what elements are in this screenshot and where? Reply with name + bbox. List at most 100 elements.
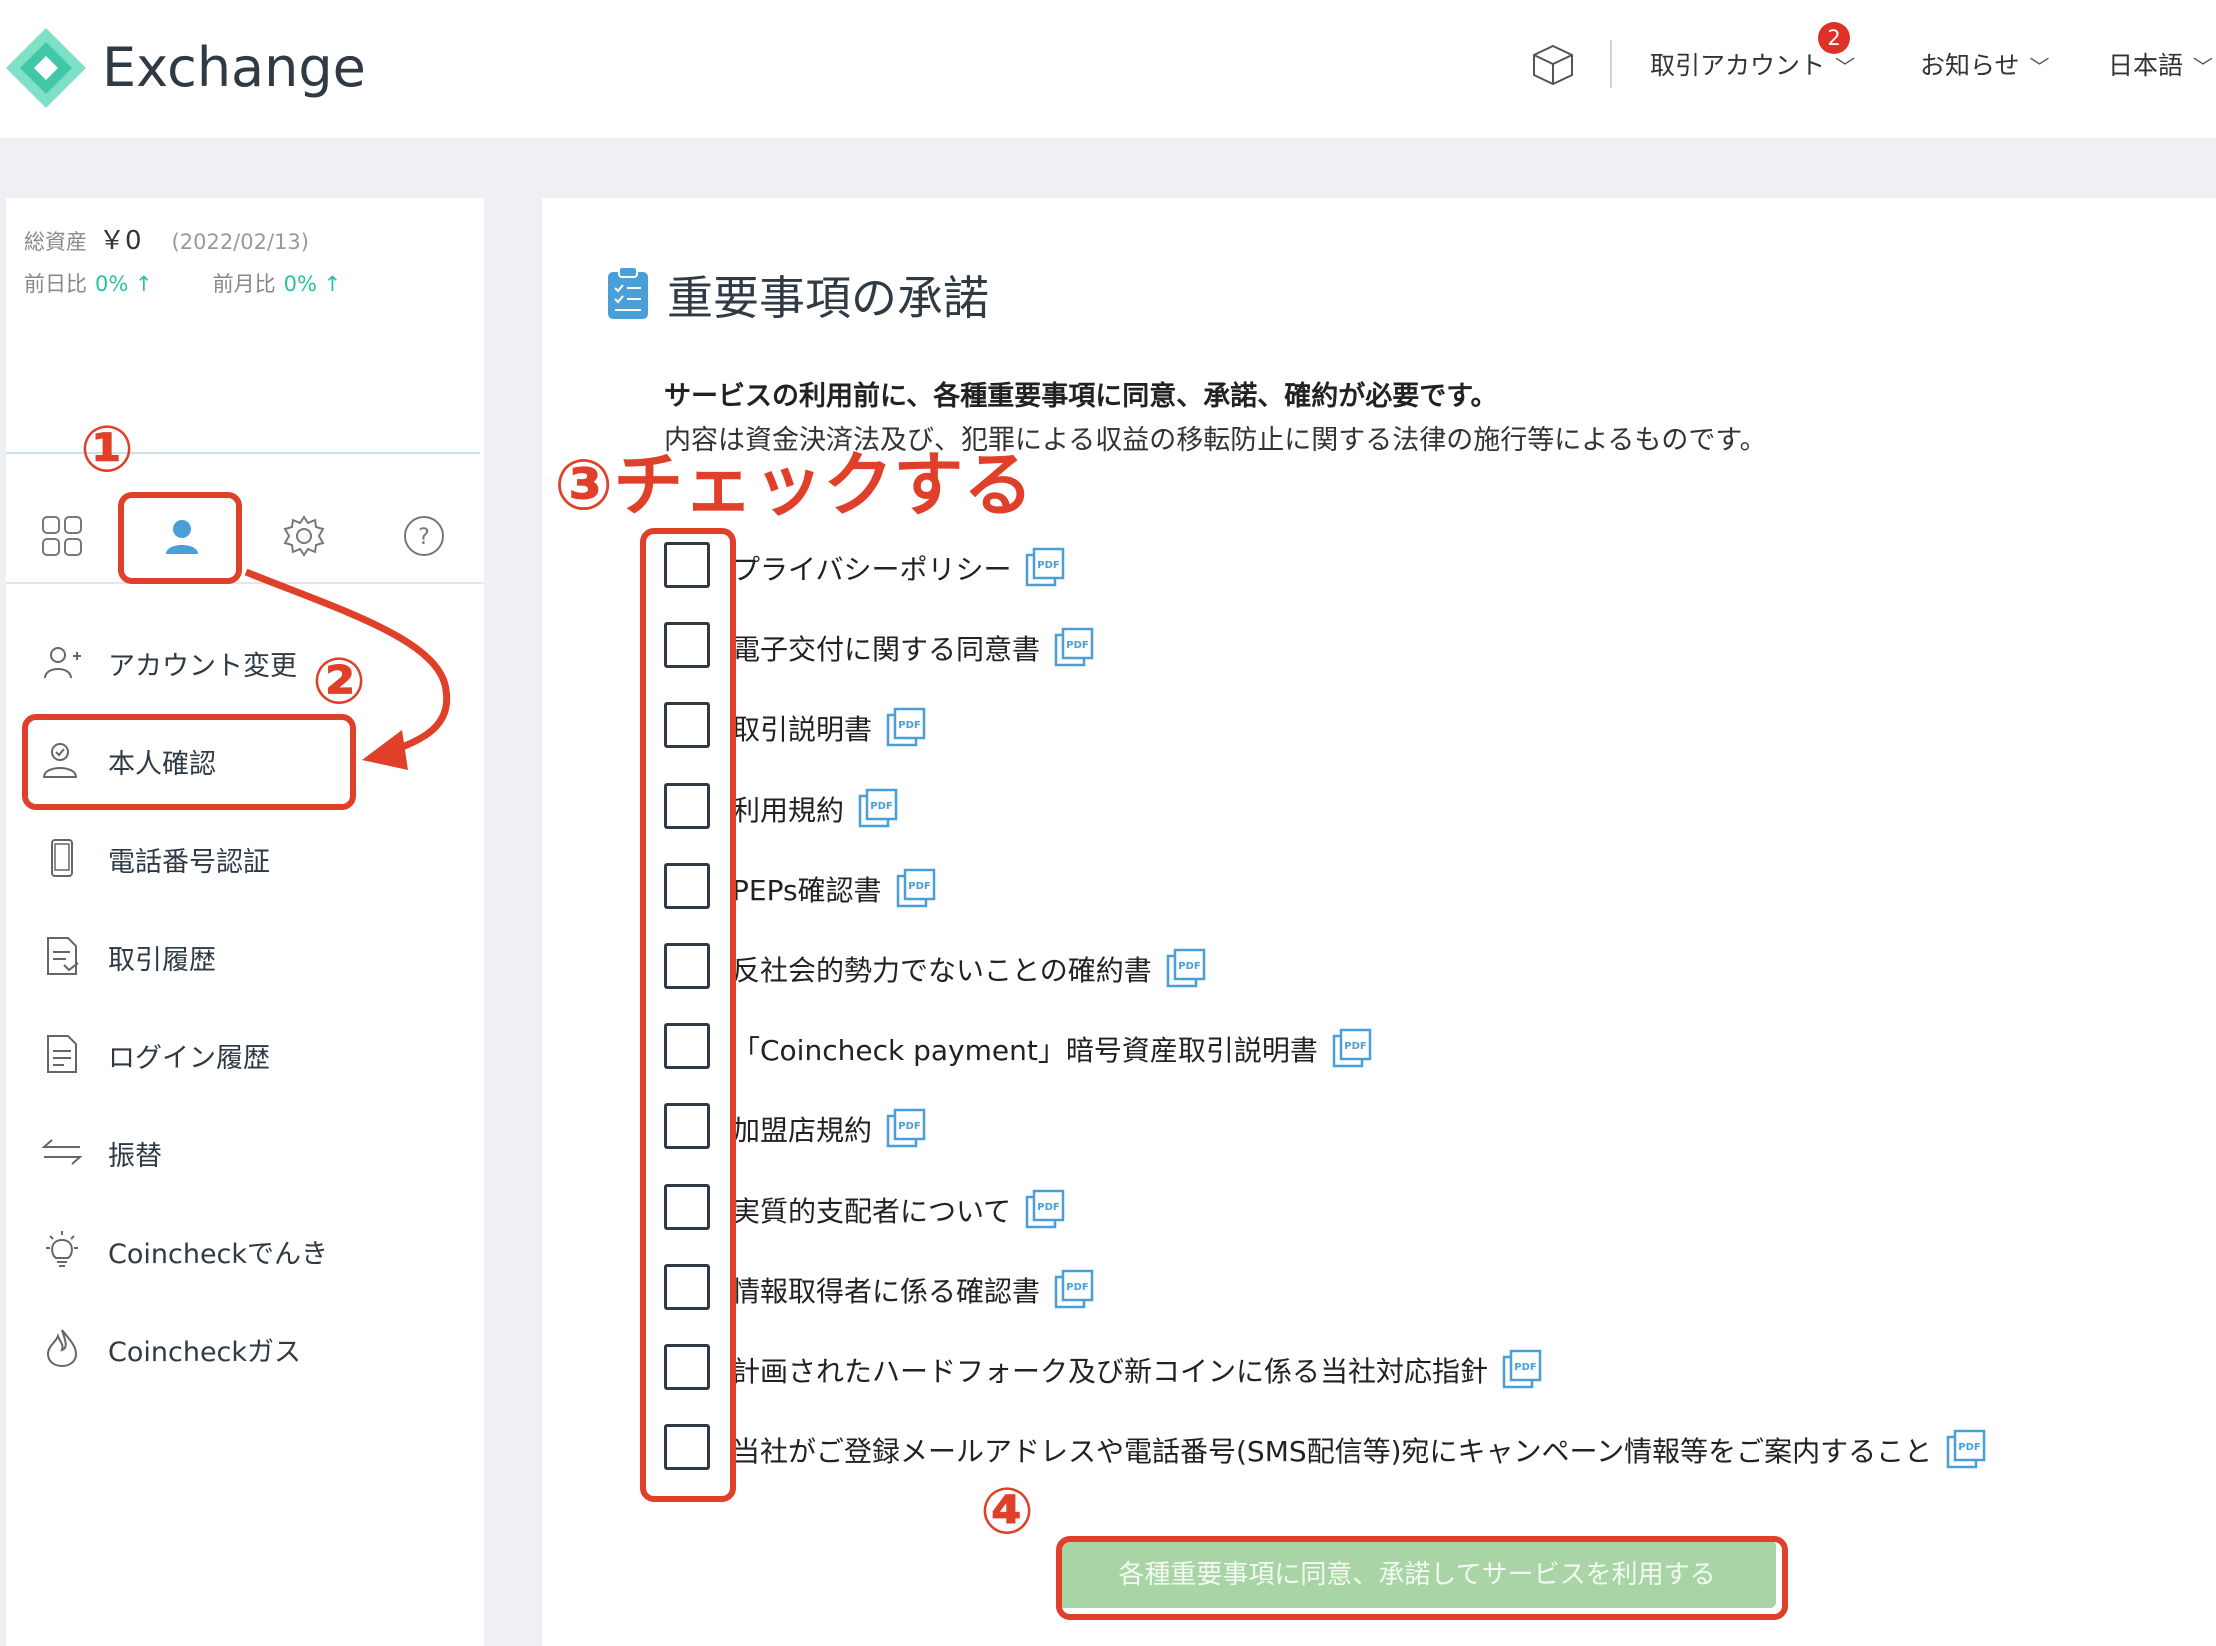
grid-icon[interactable] <box>40 514 84 558</box>
annotation-step-1: ① <box>80 413 135 487</box>
term-label-text[interactable]: 「Coincheck payment」暗号資産取引説明書 <box>732 1034 1318 1067</box>
total-assets: 総資産 ￥0 (2022/02/13) <box>24 220 309 257</box>
svg-text:PDF: PDF <box>1514 1362 1536 1373</box>
pdf-icon[interactable]: PDF <box>1502 1349 1542 1389</box>
svg-text:PDF: PDF <box>1038 560 1060 571</box>
month-change-label: 前月比 <box>212 272 276 296</box>
total-assets-date: (2022/02/13) <box>171 230 309 254</box>
document-icon <box>47 1035 77 1073</box>
top-header: Exchange 取引アカウント ﹀ 2 お知らせ ﹀ 日本語 ﹀ <box>0 0 2216 138</box>
month-change-value: 0% ↑ <box>283 272 342 296</box>
term-label-text[interactable]: 当社がご登録メールアドレスや電話番号(SMS配信等)宛にキャンペーン情報等をご案… <box>732 1435 1932 1468</box>
tab-divider <box>6 582 484 584</box>
total-assets-label: 総資産 <box>24 230 87 254</box>
lightbulb-icon <box>46 1231 78 1267</box>
nav-news[interactable]: お知らせ ﹀ <box>1920 46 2050 82</box>
nav-news-label: お知らせ <box>1920 51 2020 80</box>
annotation-box-submit <box>1056 1536 1788 1620</box>
nav-divider <box>1610 40 1612 88</box>
menu-item-label: Coincheckガス <box>108 1337 302 1368</box>
menu-item-transfer[interactable]: 振替 <box>42 1122 462 1182</box>
menu-item-label: ログイン履歴 <box>108 1043 270 1074</box>
term-label-text[interactable]: 情報取得者に係る確認書 <box>732 1275 1040 1308</box>
document-download-icon <box>47 937 79 975</box>
term-label: 計画されたハードフォーク及び新コインに係る当社対応指針 PDF <box>732 1349 1542 1393</box>
header-band <box>0 138 2216 198</box>
svg-text:PDF: PDF <box>908 881 930 892</box>
main-content: 重要事項の承諾 サービスの利用前に、各種重要事項に同意、承諾、確約が必要です。 … <box>542 198 2216 1646</box>
term-label: 「Coincheck payment」暗号資産取引説明書 PDF <box>732 1028 1372 1072</box>
term-label: 当社がご登録メールアドレスや電話番号(SMS配信等)宛にキャンペーン情報等をご案… <box>732 1429 1986 1473</box>
pdf-icon[interactable]: PDF <box>858 788 898 828</box>
menu-item-label: 振替 <box>108 1141 162 1172</box>
term-label-text[interactable]: 利用規約 <box>732 794 844 827</box>
term-label: 利用規約 PDF <box>732 788 898 832</box>
term-label-text[interactable]: 反社会的勢力でないことの確約書 <box>732 954 1152 987</box>
menu-item-coincheck-gas[interactable]: Coincheckガス <box>42 1318 462 1378</box>
flame-icon <box>46 1329 78 1368</box>
chevron-down-icon: ﹀ <box>2029 55 2050 79</box>
term-label: 実質的支配者について PDF <box>732 1189 1065 1233</box>
menu-item-trade-history[interactable]: 取引履歴 <box>42 926 462 986</box>
logo-icon[interactable] <box>0 22 92 114</box>
cube-icon[interactable] <box>1530 42 1576 88</box>
day-change-label: 前日比 <box>24 272 87 296</box>
nav-language-label: 日本語 <box>2108 51 2184 80</box>
transfer-icon <box>42 1139 82 1165</box>
pdf-icon[interactable]: PDF <box>1332 1028 1372 1068</box>
term-label-text[interactable]: PEPs確認書 <box>732 874 882 907</box>
pdf-icon[interactable]: PDF <box>1054 1269 1094 1309</box>
menu-item-coincheck-denki[interactable]: Coincheckでんき <box>42 1220 462 1280</box>
term-label: プライバシーポリシー PDF <box>732 547 1065 591</box>
term-label: 反社会的勢力でないことの確約書 PDF <box>732 948 1206 992</box>
page-title: 重要事項の承諾 <box>667 271 989 325</box>
term-label-text[interactable]: 実質的支配者について <box>732 1195 1011 1228</box>
pdf-icon[interactable]: PDF <box>1166 948 1206 988</box>
svg-text:?: ? <box>418 525 430 550</box>
svg-text:PDF: PDF <box>1066 1282 1088 1293</box>
middle-gutter <box>484 198 542 1646</box>
svg-text:PDF: PDF <box>1958 1442 1980 1453</box>
brand-name[interactable]: Exchange <box>102 36 366 99</box>
term-label: 電子交付に関する同意書 PDF <box>732 627 1094 671</box>
menu-item-account-change[interactable]: アカウント変更 <box>42 632 462 692</box>
annotation-box-checkboxes <box>640 528 736 1502</box>
pdf-icon[interactable]: PDF <box>1946 1429 1986 1469</box>
phone-icon <box>51 839 73 877</box>
sidebar: 総資産 ￥0 (2022/02/13) 前日比 0% ↑ 前月比 0% ↑ ? アカウント… <box>6 198 484 1646</box>
intro-heading: サービスの利用前に、各種重要事項に同意、承諾、確約が必要です。 <box>664 381 1498 412</box>
term-label: 情報取得者に係る確認書 PDF <box>732 1269 1094 1313</box>
total-assets-value: ￥0 <box>99 226 142 256</box>
help-icon[interactable]: ? <box>402 514 446 558</box>
svg-text:PDF: PDF <box>1066 640 1088 651</box>
menu-item-label: 電話番号認証 <box>108 847 270 878</box>
term-label-text[interactable]: 電子交付に関する同意書 <box>732 633 1040 666</box>
term-label-text[interactable]: 加盟店規約 <box>732 1114 872 1147</box>
menu-item-phone-verification[interactable]: 電話番号認証 <box>42 828 462 888</box>
term-label: 加盟店規約 PDF <box>732 1108 926 1152</box>
nav-trading-account-label: 取引アカウント <box>1650 51 1826 80</box>
pdf-icon[interactable]: PDF <box>1025 1189 1065 1229</box>
menu-item-label: 取引履歴 <box>108 945 216 976</box>
term-label-text[interactable]: 取引説明書 <box>732 713 872 746</box>
pdf-icon[interactable]: PDF <box>896 868 936 908</box>
term-label: 取引説明書 PDF <box>732 707 926 751</box>
annotation-step-4: ④ <box>980 1475 1035 1549</box>
clipboard-checklist-icon <box>608 266 648 319</box>
svg-text:PDF: PDF <box>870 801 892 812</box>
svg-text:PDF: PDF <box>898 1121 920 1132</box>
notification-badge: 2 <box>1818 22 1850 54</box>
term-label-text[interactable]: プライバシーポリシー <box>732 553 1011 586</box>
add-user-icon <box>44 647 81 679</box>
pdf-icon[interactable]: PDF <box>886 707 926 747</box>
pdf-icon[interactable]: PDF <box>1054 627 1094 667</box>
annotation-box-identity-verification <box>22 714 356 810</box>
sidebar-divider <box>6 452 480 454</box>
pdf-icon[interactable]: PDF <box>1025 547 1065 587</box>
nav-language[interactable]: 日本語 ﹀ <box>2108 46 2213 82</box>
gear-icon[interactable] <box>282 514 326 558</box>
annotation-step-3: ③チェックする <box>554 444 1034 526</box>
pdf-icon[interactable]: PDF <box>886 1108 926 1148</box>
term-label-text[interactable]: 計画されたハードフォーク及び新コインに係る当社対応指針 <box>732 1355 1488 1388</box>
menu-item-login-history[interactable]: ログイン履歴 <box>42 1024 462 1084</box>
